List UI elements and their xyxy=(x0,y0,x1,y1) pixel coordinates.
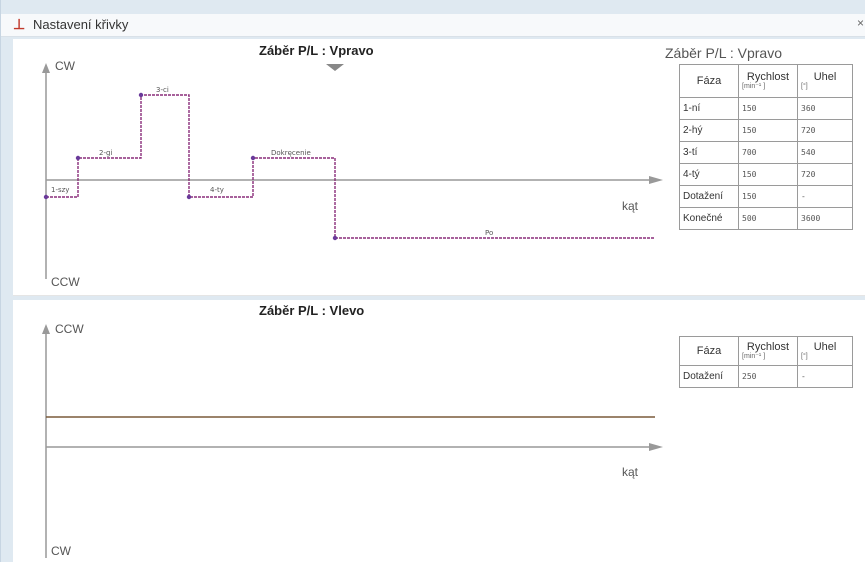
speed-cell[interactable]: 700 xyxy=(738,141,798,164)
x-axis-label: kąt xyxy=(622,199,639,213)
angle-unit: [°] xyxy=(801,83,808,90)
angle-header: Uhel [°] xyxy=(797,336,853,366)
angle-cell[interactable]: 720 xyxy=(797,163,853,186)
phase-cell: Dotažení xyxy=(679,185,739,208)
speed-unit: [min⁻¹ ] xyxy=(742,353,766,360)
curve-point xyxy=(138,92,144,98)
y-axis-arrow-icon xyxy=(42,324,50,334)
step-label-4: 4-ty xyxy=(210,186,224,194)
left-curve-graph: CCW CW kąt xyxy=(42,322,663,558)
angle-cell[interactable]: 720 xyxy=(797,119,853,142)
right-curve-graph: CW CCW kąt 1-szy 2-gi 3-ci 4-ty Dokręcen… xyxy=(42,59,663,289)
x-axis-label: kąt xyxy=(622,465,639,479)
phase-cell: Konečné xyxy=(679,207,739,230)
phase-cell: 2-hý xyxy=(679,119,739,142)
angle-cell[interactable]: 3600 xyxy=(797,207,853,230)
y-axis-bottom-label: CW xyxy=(51,544,72,558)
y-axis-arrow-icon xyxy=(42,63,50,73)
x-axis-arrow-icon xyxy=(649,176,663,184)
phase-cell: 4-tý xyxy=(679,163,739,186)
table-row[interactable]: 1-ní 150 360 xyxy=(679,97,853,120)
position-marker-icon[interactable] xyxy=(326,64,344,71)
angle-header: Uhel [°] xyxy=(797,64,853,98)
right-table-title: Záběr P/L : Vpravo xyxy=(665,45,782,61)
speed-unit: [min⁻¹ ] xyxy=(742,83,766,90)
curve-settings-window: ⊥ Nastavení křivky × Záběr P/L : Vpravo … xyxy=(0,0,865,562)
phase-header: Fáza xyxy=(679,64,739,98)
curve-point xyxy=(186,194,192,200)
right-phase-table: Fáza Rychlost [min⁻¹ ] Uhel [°] 1-ní 150 3… xyxy=(679,64,853,230)
speed-cell[interactable]: 250 xyxy=(738,365,798,388)
table-row[interactable]: 2-hý 150 720 xyxy=(679,119,853,142)
angle-cell[interactable]: - xyxy=(797,185,853,208)
curve-point xyxy=(75,155,81,161)
curve-point xyxy=(332,235,338,241)
left-phase-table: Fáza Rychlost [min⁻¹ ] Uhel [°] Dotažení… xyxy=(679,336,853,388)
y-axis-top-label: CCW xyxy=(55,322,84,336)
table-header-row: Fáza Rychlost [min⁻¹ ] Uhel [°] xyxy=(679,336,853,366)
table-row[interactable]: 4-tý 150 720 xyxy=(679,163,853,186)
angle-cell[interactable]: 360 xyxy=(797,97,853,120)
speed-cell[interactable]: 150 xyxy=(738,185,798,208)
torque-curve xyxy=(46,94,655,239)
app-icon: ⊥ xyxy=(13,16,26,32)
angle-unit: [°] xyxy=(801,353,808,360)
step-label-3: 3-ci xyxy=(156,86,169,94)
speed-header-label: Rychlost xyxy=(746,71,790,83)
left-rotation-panel: Záběr P/L : Vlevo CCW CW kąt Fáza Rychlo… xyxy=(13,300,865,562)
curve-point xyxy=(250,155,256,161)
close-icon[interactable]: × xyxy=(857,16,864,30)
window-title: Nastavení křivky xyxy=(33,17,129,32)
y-axis-bottom-label: CCW xyxy=(51,275,80,289)
x-axis-arrow-icon xyxy=(649,443,663,451)
speed-cell[interactable]: 150 xyxy=(738,163,798,186)
table-row[interactable]: 3-tí 700 540 xyxy=(679,141,853,164)
angle-cell[interactable]: 540 xyxy=(797,141,853,164)
angle-header-label: Uhel xyxy=(813,341,837,353)
speed-cell[interactable]: 150 xyxy=(738,97,798,120)
phase-cell: 3-tí xyxy=(679,141,739,164)
speed-header: Rychlost [min⁻¹ ] xyxy=(738,64,798,98)
phase-header: Fáza xyxy=(679,336,739,366)
angle-header-label: Uhel xyxy=(813,71,837,83)
speed-header: Rychlost [min⁻¹ ] xyxy=(738,336,798,366)
table-row[interactable]: Konečné 500 3600 xyxy=(679,207,853,230)
speed-cell[interactable]: 150 xyxy=(738,119,798,142)
table-row[interactable]: Dotažení 250- xyxy=(679,365,853,388)
table-row[interactable]: Dotažení 150- xyxy=(679,185,853,208)
speed-cell[interactable]: 500 xyxy=(738,207,798,230)
step-label-tightening: Dokręcenie xyxy=(271,149,311,157)
right-rotation-panel: Záběr P/L : Vpravo Záběr P/L : Vpravo CW… xyxy=(13,39,865,296)
table-header-row: Fáza Rychlost [min⁻¹ ] Uhel [°] xyxy=(679,64,853,98)
title-bar: ⊥ Nastavení křivky × xyxy=(1,14,865,37)
step-label-1: 1-szy xyxy=(51,186,69,194)
step-label-after: Po xyxy=(485,229,493,237)
phase-cell: Dotažení xyxy=(679,365,739,388)
y-axis-top-label: CW xyxy=(55,59,76,73)
speed-header-label: Rychlost xyxy=(746,341,790,353)
step-label-2: 2-gi xyxy=(99,149,112,157)
phase-cell: 1-ní xyxy=(679,97,739,120)
curve-point xyxy=(43,194,49,200)
angle-cell[interactable]: - xyxy=(797,365,853,388)
